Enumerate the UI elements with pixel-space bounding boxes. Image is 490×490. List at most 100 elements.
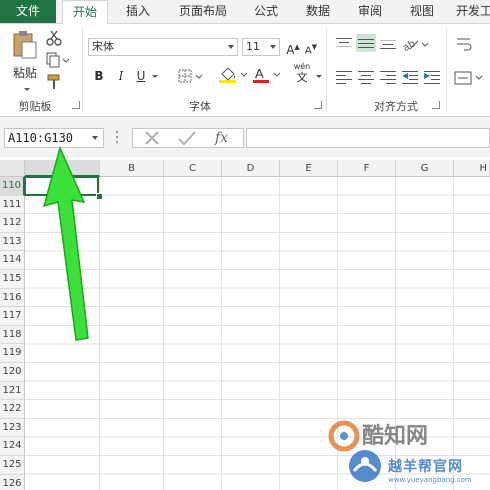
- tab-review[interactable]: 审阅: [348, 0, 392, 23]
- row-header[interactable]: 113: [0, 232, 25, 252]
- font-launcher-icon[interactable]: [314, 101, 322, 109]
- phonetic-char: 文: [296, 71, 308, 84]
- format-painter-icon[interactable]: [46, 74, 62, 90]
- row-header[interactable]: 123: [0, 418, 25, 438]
- align-middle-icon[interactable]: [356, 34, 376, 52]
- row-header[interactable]: 124: [0, 437, 25, 456]
- bold-button[interactable]: B: [92, 67, 106, 85]
- tab-page-layout[interactable]: 页面布局: [170, 0, 236, 23]
- active-cell[interactable]: [24, 176, 99, 196]
- ribbon-tab-bar: 文件 开始 插入 页面布局 公式 数据 审阅 视图 开发工: [0, 0, 490, 24]
- column-header[interactable]: G: [396, 160, 454, 177]
- alignment-launcher-icon[interactable]: [432, 101, 440, 109]
- font-size-value: 11: [246, 40, 260, 53]
- copy-icon[interactable]: [46, 52, 70, 68]
- row-header[interactable]: 117: [0, 307, 25, 326]
- column-header[interactable]: C: [164, 160, 222, 177]
- gridline: [453, 177, 454, 490]
- formula-bar: A110:G130 fx: [0, 117, 490, 157]
- gridline: [163, 177, 164, 490]
- gridline: [395, 177, 396, 490]
- align-center-icon[interactable]: [358, 70, 374, 84]
- underline-dropdown-icon[interactable]: [150, 67, 158, 85]
- decrease-indent-icon[interactable]: ◀: [402, 70, 418, 84]
- tab-data[interactable]: 数据: [296, 0, 340, 23]
- column-header-a[interactable]: [25, 160, 100, 177]
- row-header[interactable]: 118: [0, 325, 25, 345]
- wrap-text-icon[interactable]: [456, 36, 474, 52]
- fill-color-icon[interactable]: [218, 66, 248, 84]
- formula-buttons: fx: [132, 128, 244, 148]
- align-left-icon[interactable]: [336, 70, 352, 84]
- ribbon: 粘贴 剪贴板 宋体 11 A▲ A▼ B I U A wén 文 字体 ab ◀…: [0, 24, 490, 117]
- font-name-value: 宋体: [92, 40, 114, 53]
- svg-text:ab: ab: [402, 38, 417, 52]
- phonetic-guide-button[interactable]: wén 文: [292, 62, 312, 88]
- paste-button[interactable]: 粘贴: [8, 30, 42, 91]
- svg-text:A: A: [255, 66, 264, 81]
- gridline: [221, 177, 222, 490]
- chevron-down-icon[interactable]: [270, 45, 276, 49]
- column-header[interactable]: E: [280, 160, 338, 177]
- insert-function-button[interactable]: fx: [215, 129, 228, 147]
- enter-check-icon[interactable]: [177, 129, 197, 147]
- tab-view[interactable]: 视图: [400, 0, 444, 23]
- phonetic-dropdown-icon[interactable]: [314, 67, 322, 85]
- decrease-font-size-icon[interactable]: A▼: [304, 38, 318, 56]
- formula-input[interactable]: [246, 128, 490, 148]
- tab-formulas[interactable]: 公式: [244, 0, 288, 23]
- group-separator: [446, 28, 447, 112]
- paste-dropdown-icon[interactable]: [22, 82, 30, 95]
- fill-handle[interactable]: [96, 193, 103, 200]
- cut-icon[interactable]: [46, 30, 62, 46]
- align-right-icon[interactable]: [380, 70, 396, 84]
- cell-grid[interactable]: [25, 177, 490, 490]
- chevron-down-icon[interactable]: [92, 136, 98, 140]
- font-name-combo[interactable]: 宋体: [88, 38, 238, 56]
- group-separator: [82, 28, 83, 112]
- tab-developer[interactable]: 开发工: [452, 0, 490, 23]
- row-header[interactable]: 120: [0, 363, 25, 382]
- row-header[interactable]: 121: [0, 381, 25, 401]
- font-color-icon[interactable]: A: [252, 66, 282, 84]
- align-top-icon[interactable]: [336, 36, 352, 50]
- chevron-down-icon[interactable]: [228, 45, 234, 49]
- orientation-icon[interactable]: ab: [402, 36, 430, 52]
- row-header[interactable]: 115: [0, 270, 25, 289]
- merge-center-icon[interactable]: [454, 70, 484, 86]
- row-header[interactable]: 111: [0, 195, 25, 215]
- align-bottom-icon[interactable]: [380, 36, 396, 50]
- tab-home[interactable]: 开始: [62, 0, 108, 24]
- row-header[interactable]: 126: [0, 474, 25, 490]
- font-size-combo[interactable]: 11: [242, 38, 280, 56]
- formula-bar-grip-icon: [116, 131, 118, 145]
- name-box-value: A110:G130: [8, 131, 74, 145]
- row-header[interactable]: 125: [0, 456, 25, 475]
- gridline: [99, 177, 100, 490]
- column-header[interactable]: B: [100, 160, 164, 177]
- column-header[interactable]: D: [222, 160, 280, 177]
- cancel-icon[interactable]: [143, 129, 161, 147]
- borders-icon[interactable]: [178, 69, 204, 85]
- row-header[interactable]: 122: [0, 400, 25, 419]
- increase-indent-icon[interactable]: ▶: [424, 70, 440, 84]
- phonetic-pinyin: wén: [293, 62, 311, 71]
- select-all-button[interactable]: [0, 160, 25, 177]
- italic-button[interactable]: I: [114, 67, 128, 85]
- tab-file[interactable]: 文件: [0, 0, 56, 23]
- underline-button[interactable]: U: [134, 67, 148, 85]
- clipboard-launcher-icon[interactable]: [72, 101, 80, 109]
- row-header[interactable]: 116: [0, 288, 25, 308]
- column-header[interactable]: F: [338, 160, 396, 177]
- row-header[interactable]: 110: [0, 177, 25, 196]
- row-header[interactable]: 114: [0, 251, 25, 270]
- tab-insert[interactable]: 插入: [116, 0, 160, 23]
- paste-icon: [13, 31, 37, 59]
- increase-font-size-icon[interactable]: A▲: [286, 38, 300, 57]
- font-group-label: 字体: [189, 100, 211, 113]
- name-box[interactable]: A110:G130: [4, 128, 104, 148]
- gridline: [337, 177, 338, 490]
- row-header[interactable]: 112: [0, 214, 25, 233]
- row-header[interactable]: 119: [0, 344, 25, 363]
- column-header[interactable]: H: [454, 160, 490, 177]
